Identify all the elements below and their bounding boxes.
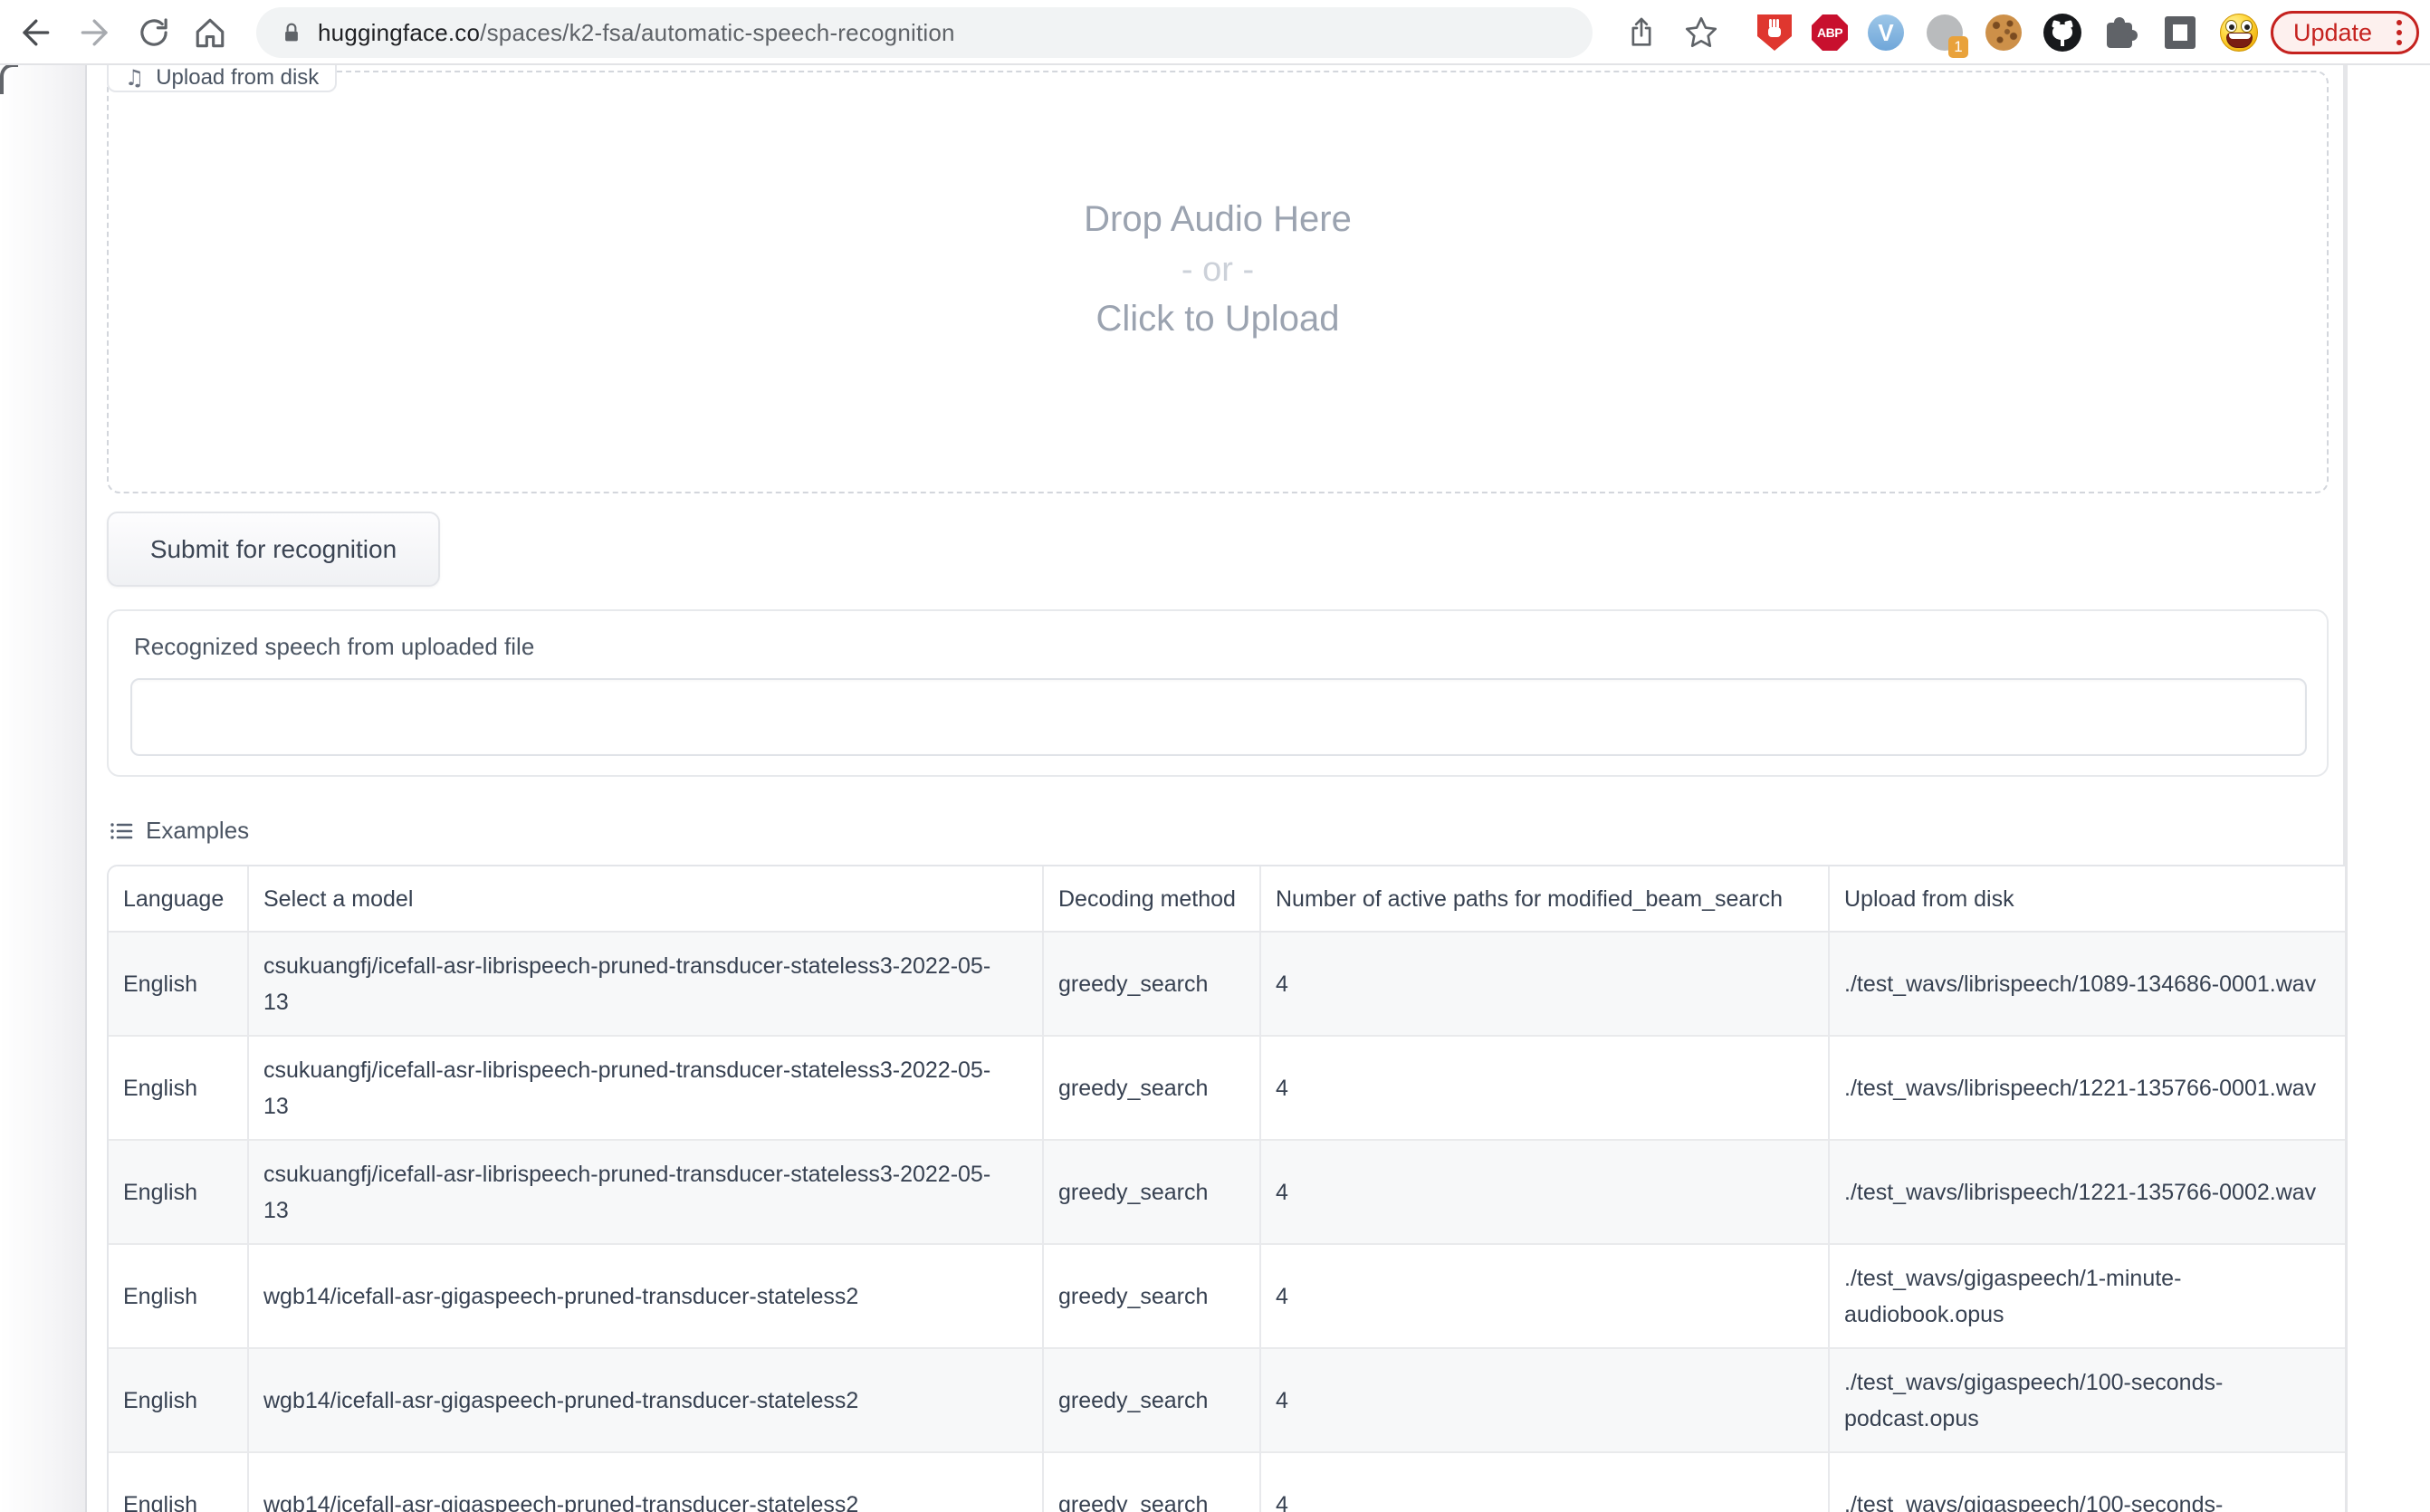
cell-language: English — [109, 1244, 248, 1348]
cell-paths: 4 — [1260, 1036, 1829, 1140]
recognized-speech-textbox[interactable] — [130, 678, 2307, 756]
cell-paths: 4 — [1260, 1348, 1829, 1452]
reload-icon[interactable] — [134, 13, 174, 53]
reader-frame-icon[interactable] — [2160, 13, 2200, 53]
tab-label: Upload from disk — [156, 65, 319, 91]
col-upload-from-disk: Upload from disk — [1829, 866, 2345, 932]
recognized-speech-label: Recognized speech from uploaded file — [134, 633, 534, 661]
examples-label: Examples — [146, 817, 249, 845]
example-row[interactable]: Englishwgb14/icefall-asr-gigaspeech-prun… — [109, 1348, 2345, 1452]
dropzone-click-text: Click to Upload — [109, 299, 2327, 340]
page-content: Drop Audio Here - or - Click to Upload ♫… — [0, 65, 2430, 1512]
url-text: huggingface.co/spaces/k2-fsa/automatic-s… — [318, 19, 955, 47]
window-corner — [0, 65, 18, 94]
recognized-speech-group: Recognized speech from uploaded file — [107, 609, 2329, 777]
cell-file: ./test_wavs/librispeech/1221-135766-0001… — [1829, 1036, 2345, 1140]
cell-model: wgb14/icefall-asr-gigaspeech-pruned-tran… — [248, 1452, 1043, 1512]
audio-dropzone[interactable]: Drop Audio Here - or - Click to Upload — [107, 71, 2329, 493]
browser-menu-icon[interactable] — [2397, 20, 2402, 45]
cell-paths: 4 — [1260, 1452, 1829, 1512]
cell-paths: 4 — [1260, 1244, 1829, 1348]
cell-file: ./test_wavs/gigaspeech/100-seconds- — [1829, 1452, 2345, 1512]
col-language: Language — [109, 866, 248, 932]
cell-language: English — [109, 1348, 248, 1452]
example-row[interactable]: Englishcsukuangfj/icefall-asr-librispeec… — [109, 932, 2345, 1036]
example-row[interactable]: Englishwgb14/icefall-asr-gigaspeech-prun… — [109, 1244, 2345, 1348]
col-select-a-model: Select a model — [248, 866, 1043, 932]
cell-file: ./test_wavs/librispeech/1089-134686-0001… — [1829, 932, 2345, 1036]
browser-toolbar: huggingface.co/spaces/k2-fsa/automatic-s… — [0, 0, 2430, 65]
col-num-active-paths: Number of active paths for modified_beam… — [1260, 866, 1829, 932]
bookmark-star-icon[interactable] — [1681, 13, 1721, 53]
cell-paths: 4 — [1260, 1140, 1829, 1244]
cell-language: English — [109, 1452, 248, 1512]
url-host: huggingface.co — [318, 19, 480, 46]
home-icon[interactable] — [190, 13, 230, 53]
back-icon[interactable] — [14, 13, 54, 53]
cell-decoding: greedy_search — [1043, 1140, 1260, 1244]
cell-decoding: greedy_search — [1043, 932, 1260, 1036]
example-row[interactable]: Englishcsukuangfj/icefall-asr-librispeec… — [109, 1140, 2345, 1244]
update-label: Update — [2293, 19, 2372, 47]
github-icon[interactable] — [2043, 13, 2082, 53]
example-row[interactable]: Englishcsukuangfj/icefall-asr-librispeec… — [109, 1036, 2345, 1140]
cookie-icon[interactable] — [1984, 13, 2023, 53]
cell-file: ./test_wavs/librispeech/1221-135766-0002… — [1829, 1140, 2345, 1244]
left-gutter — [0, 65, 87, 1512]
cell-file: ./test_wavs/gigaspeech/1-minute- audiobo… — [1829, 1244, 2345, 1348]
update-button[interactable]: Update — [2271, 11, 2419, 54]
gray-profile-badge-icon[interactable]: 1 — [1925, 13, 1965, 53]
ublock-shield-icon[interactable] — [1755, 13, 1794, 53]
list-icon — [109, 818, 134, 844]
cell-model: wgb14/icefall-asr-gigaspeech-pruned-tran… — [248, 1348, 1043, 1452]
cell-model: wgb14/icefall-asr-gigaspeech-pruned-tran… — [248, 1244, 1043, 1348]
smiley-emoji-icon[interactable] — [2219, 13, 2259, 53]
dropzone-or-text: - or - — [109, 251, 2327, 290]
examples-table: Language Select a model Decoding method … — [107, 865, 2345, 1512]
notification-badge: 1 — [1948, 36, 1968, 58]
table-header-row: Language Select a model Decoding method … — [109, 866, 2345, 932]
example-row[interactable]: Englishwgb14/icefall-asr-gigaspeech-prun… — [109, 1452, 2345, 1512]
cell-decoding: greedy_search — [1043, 1452, 1260, 1512]
cell-model: csukuangfj/icefall-asr-librispeech-prune… — [248, 932, 1043, 1036]
cell-paths: 4 — [1260, 932, 1829, 1036]
cell-decoding: greedy_search — [1043, 1244, 1260, 1348]
cell-model: csukuangfj/icefall-asr-librispeech-prune… — [248, 1036, 1043, 1140]
cell-language: English — [109, 932, 248, 1036]
cell-model: csukuangfj/icefall-asr-librispeech-prune… — [248, 1140, 1043, 1244]
url-path: /spaces/k2-fsa/automatic-speech-recognit… — [480, 19, 955, 46]
vimium-icon[interactable]: V — [1866, 13, 1906, 53]
col-decoding-method: Decoding method — [1043, 866, 1260, 932]
cell-file: ./test_wavs/gigaspeech/100-seconds- podc… — [1829, 1348, 2345, 1452]
cell-language: English — [109, 1140, 248, 1244]
dropzone-text: Drop Audio Here — [109, 199, 2327, 240]
tab-upload-from-disk[interactable]: ♫ Upload from disk — [107, 65, 337, 92]
url-bar[interactable]: huggingface.co/spaces/k2-fsa/automatic-s… — [256, 7, 1593, 58]
music-notes-icon: ♫ — [125, 67, 145, 89]
share-icon[interactable] — [1622, 13, 1661, 53]
cell-decoding: greedy_search — [1043, 1348, 1260, 1452]
cell-language: English — [109, 1036, 248, 1140]
forward-icon[interactable] — [76, 13, 116, 53]
submit-for-recognition-button[interactable]: Submit for recognition — [107, 512, 440, 587]
examples-header: Examples — [109, 817, 249, 845]
abp-octagon-icon[interactable]: ABP — [1810, 13, 1850, 53]
lock-icon — [278, 19, 305, 46]
cell-decoding: greedy_search — [1043, 1036, 1260, 1140]
puzzle-extensions-icon[interactable] — [2100, 13, 2139, 53]
